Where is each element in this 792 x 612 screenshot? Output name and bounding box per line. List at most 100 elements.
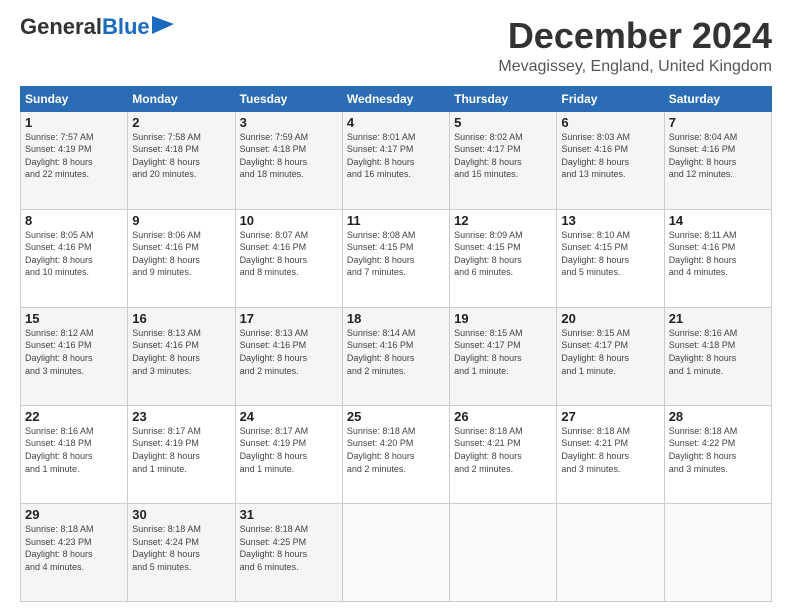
table-row: 28Sunrise: 8:18 AMSunset: 4:22 PMDayligh… [664, 405, 771, 503]
day-number: 2 [132, 115, 230, 130]
logo-text: GeneralBlue [20, 16, 150, 38]
table-row: 27Sunrise: 8:18 AMSunset: 4:21 PMDayligh… [557, 405, 664, 503]
day-number: 15 [25, 311, 123, 326]
day-number: 5 [454, 115, 552, 130]
table-row: 10Sunrise: 8:07 AMSunset: 4:16 PMDayligh… [235, 209, 342, 307]
table-row: 19Sunrise: 8:15 AMSunset: 4:17 PMDayligh… [450, 307, 557, 405]
month-title: December 2024 [498, 16, 772, 56]
table-row: 24Sunrise: 8:17 AMSunset: 4:19 PMDayligh… [235, 405, 342, 503]
day-number: 17 [240, 311, 338, 326]
day-number: 1 [25, 115, 123, 130]
day-number: 14 [669, 213, 767, 228]
day-number: 30 [132, 507, 230, 522]
table-row: 20Sunrise: 8:15 AMSunset: 4:17 PMDayligh… [557, 307, 664, 405]
day-info: Sunrise: 8:18 AMSunset: 4:20 PMDaylight:… [347, 425, 445, 475]
day-number: 10 [240, 213, 338, 228]
day-info: Sunrise: 8:16 AMSunset: 4:18 PMDaylight:… [25, 425, 123, 475]
day-number: 22 [25, 409, 123, 424]
day-number: 24 [240, 409, 338, 424]
day-info: Sunrise: 8:05 AMSunset: 4:16 PMDaylight:… [25, 229, 123, 279]
table-row: 22Sunrise: 8:16 AMSunset: 4:18 PMDayligh… [21, 405, 128, 503]
day-info: Sunrise: 8:02 AMSunset: 4:17 PMDaylight:… [454, 131, 552, 181]
day-number: 19 [454, 311, 552, 326]
day-number: 7 [669, 115, 767, 130]
day-number: 12 [454, 213, 552, 228]
day-number: 27 [561, 409, 659, 424]
table-row: 16Sunrise: 8:13 AMSunset: 4:16 PMDayligh… [128, 307, 235, 405]
table-row: 17Sunrise: 8:13 AMSunset: 4:16 PMDayligh… [235, 307, 342, 405]
table-row [450, 503, 557, 601]
day-info: Sunrise: 8:13 AMSunset: 4:16 PMDaylight:… [240, 327, 338, 377]
day-info: Sunrise: 8:11 AMSunset: 4:16 PMDaylight:… [669, 229, 767, 279]
day-number: 4 [347, 115, 445, 130]
table-row: 11Sunrise: 8:08 AMSunset: 4:15 PMDayligh… [342, 209, 449, 307]
logo-arrow-icon [152, 16, 174, 34]
day-info: Sunrise: 8:17 AMSunset: 4:19 PMDaylight:… [240, 425, 338, 475]
table-row: 18Sunrise: 8:14 AMSunset: 4:16 PMDayligh… [342, 307, 449, 405]
day-number: 25 [347, 409, 445, 424]
day-number: 20 [561, 311, 659, 326]
day-number: 6 [561, 115, 659, 130]
day-info: Sunrise: 8:06 AMSunset: 4:16 PMDaylight:… [132, 229, 230, 279]
table-row: 14Sunrise: 8:11 AMSunset: 4:16 PMDayligh… [664, 209, 771, 307]
location-title: Mevagissey, England, United Kingdom [498, 58, 772, 76]
day-info: Sunrise: 8:01 AMSunset: 4:17 PMDaylight:… [347, 131, 445, 181]
table-row: 31Sunrise: 8:18 AMSunset: 4:25 PMDayligh… [235, 503, 342, 601]
table-row: 23Sunrise: 8:17 AMSunset: 4:19 PMDayligh… [128, 405, 235, 503]
day-info: Sunrise: 8:15 AMSunset: 4:17 PMDaylight:… [454, 327, 552, 377]
logo: GeneralBlue [20, 16, 174, 38]
table-row: 4Sunrise: 8:01 AMSunset: 4:17 PMDaylight… [342, 111, 449, 209]
logo-blue: Blue [102, 14, 150, 39]
day-number: 8 [25, 213, 123, 228]
day-number: 11 [347, 213, 445, 228]
header: GeneralBlue December 2024 Mevagissey, En… [20, 16, 772, 76]
day-info: Sunrise: 8:18 AMSunset: 4:24 PMDaylight:… [132, 523, 230, 573]
table-row: 1Sunrise: 7:57 AMSunset: 4:19 PMDaylight… [21, 111, 128, 209]
day-number: 16 [132, 311, 230, 326]
week-row-5: 29Sunrise: 8:18 AMSunset: 4:23 PMDayligh… [21, 503, 772, 601]
day-info: Sunrise: 8:09 AMSunset: 4:15 PMDaylight:… [454, 229, 552, 279]
day-info: Sunrise: 8:15 AMSunset: 4:17 PMDaylight:… [561, 327, 659, 377]
day-number: 26 [454, 409, 552, 424]
table-row [664, 503, 771, 601]
col-friday: Friday [557, 86, 664, 111]
day-info: Sunrise: 8:08 AMSunset: 4:15 PMDaylight:… [347, 229, 445, 279]
day-number: 28 [669, 409, 767, 424]
day-info: Sunrise: 8:13 AMSunset: 4:16 PMDaylight:… [132, 327, 230, 377]
day-info: Sunrise: 8:18 AMSunset: 4:21 PMDaylight:… [561, 425, 659, 475]
week-row-2: 8Sunrise: 8:05 AMSunset: 4:16 PMDaylight… [21, 209, 772, 307]
col-thursday: Thursday [450, 86, 557, 111]
table-row: 29Sunrise: 8:18 AMSunset: 4:23 PMDayligh… [21, 503, 128, 601]
day-number: 9 [132, 213, 230, 228]
page: GeneralBlue December 2024 Mevagissey, En… [0, 0, 792, 612]
table-row: 30Sunrise: 8:18 AMSunset: 4:24 PMDayligh… [128, 503, 235, 601]
day-number: 31 [240, 507, 338, 522]
table-row [342, 503, 449, 601]
day-number: 3 [240, 115, 338, 130]
calendar-header-row: Sunday Monday Tuesday Wednesday Thursday… [21, 86, 772, 111]
day-number: 29 [25, 507, 123, 522]
day-info: Sunrise: 8:04 AMSunset: 4:16 PMDaylight:… [669, 131, 767, 181]
table-row: 8Sunrise: 8:05 AMSunset: 4:16 PMDaylight… [21, 209, 128, 307]
day-info: Sunrise: 7:59 AMSunset: 4:18 PMDaylight:… [240, 131, 338, 181]
week-row-3: 15Sunrise: 8:12 AMSunset: 4:16 PMDayligh… [21, 307, 772, 405]
day-info: Sunrise: 8:12 AMSunset: 4:16 PMDaylight:… [25, 327, 123, 377]
table-row: 9Sunrise: 8:06 AMSunset: 4:16 PMDaylight… [128, 209, 235, 307]
col-saturday: Saturday [664, 86, 771, 111]
day-number: 23 [132, 409, 230, 424]
table-row: 5Sunrise: 8:02 AMSunset: 4:17 PMDaylight… [450, 111, 557, 209]
day-info: Sunrise: 7:58 AMSunset: 4:18 PMDaylight:… [132, 131, 230, 181]
day-info: Sunrise: 8:18 AMSunset: 4:25 PMDaylight:… [240, 523, 338, 573]
table-row: 21Sunrise: 8:16 AMSunset: 4:18 PMDayligh… [664, 307, 771, 405]
table-row: 6Sunrise: 8:03 AMSunset: 4:16 PMDaylight… [557, 111, 664, 209]
table-row [557, 503, 664, 601]
day-info: Sunrise: 8:16 AMSunset: 4:18 PMDaylight:… [669, 327, 767, 377]
day-info: Sunrise: 8:18 AMSunset: 4:21 PMDaylight:… [454, 425, 552, 475]
table-row: 13Sunrise: 8:10 AMSunset: 4:15 PMDayligh… [557, 209, 664, 307]
day-number: 18 [347, 311, 445, 326]
day-info: Sunrise: 7:57 AMSunset: 4:19 PMDaylight:… [25, 131, 123, 181]
col-wednesday: Wednesday [342, 86, 449, 111]
table-row: 26Sunrise: 8:18 AMSunset: 4:21 PMDayligh… [450, 405, 557, 503]
week-row-1: 1Sunrise: 7:57 AMSunset: 4:19 PMDaylight… [21, 111, 772, 209]
day-info: Sunrise: 8:18 AMSunset: 4:22 PMDaylight:… [669, 425, 767, 475]
